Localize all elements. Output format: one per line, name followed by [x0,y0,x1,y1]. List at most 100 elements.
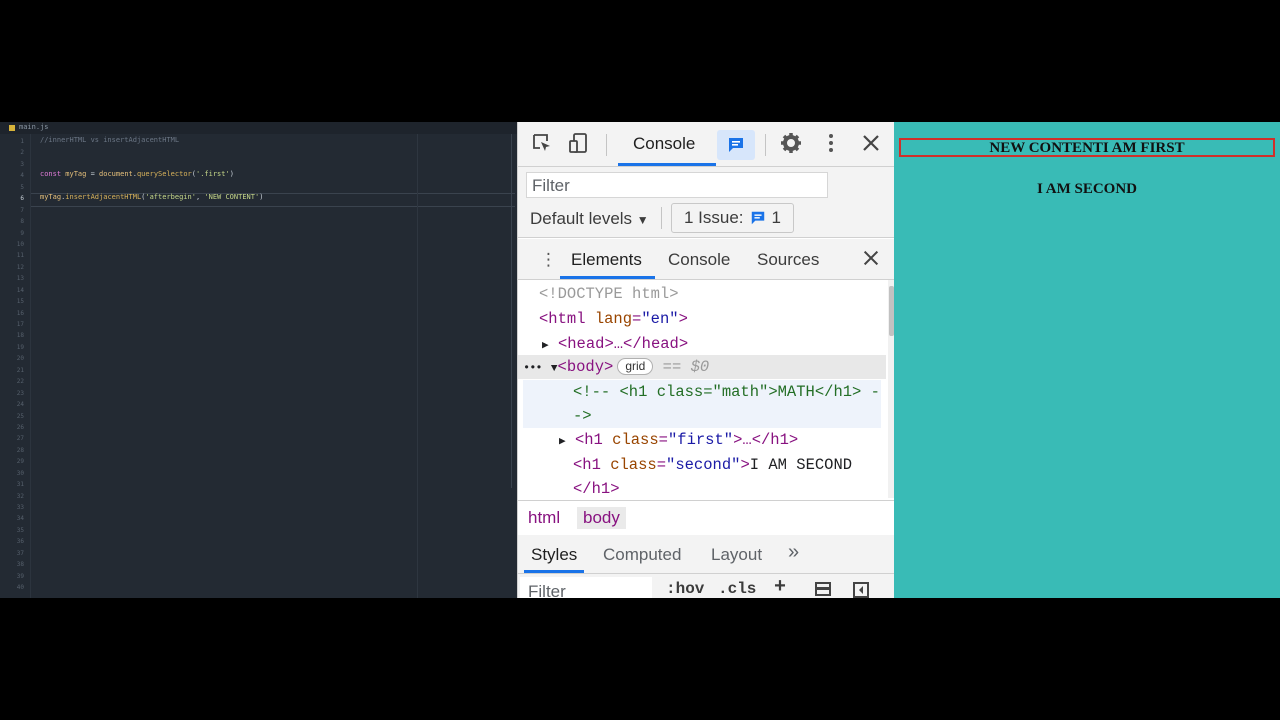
dom-tree[interactable]: <!DOCTYPE html> <html lang="en"> ▶ <head… [518,280,888,498]
line-number: 3 [20,160,24,168]
code-keyword: const [40,170,62,179]
tag-text: > [678,310,688,328]
tag-text: > [740,456,750,474]
comment-text: -> [573,407,592,425]
code-string: 'afterbegin' [145,193,196,202]
active-tab-indicator [524,570,584,573]
line-number: 29 [16,458,24,466]
code-variable: myTag [61,170,87,179]
dom-head-node[interactable]: ▶ <head>…</head> [542,332,688,356]
active-tab-indicator [618,163,716,166]
grid-badge[interactable]: grid [617,358,654,376]
new-rule-button[interactable]: + [774,576,786,598]
line-number: 20 [16,355,24,363]
filter-separator [661,207,662,229]
line-number-gutter: 1 2 3 4 5 6 7 8 9 10 11 12 13 14 15 16 17 18 19 20 21 22 23 24 2… [0,136,30,594]
code-comment: //innerHTML vs insertAdjacentHTML [40,136,180,144]
dom-comment-line-1[interactable]: <!-- <h1 class="math">MATH</h1> - [573,380,880,404]
dom-h1-second-node[interactable]: <h1 class="second">I AM SECOND [573,453,852,477]
editor-tab[interactable]: main.js [0,122,517,134]
default-levels-dropdown[interactable]: Default levels ▼ [530,209,649,229]
kebab-icon[interactable] [820,132,842,154]
line-number: 14 [16,286,24,294]
cls-button[interactable]: .cls [718,580,756,598]
line-number: 40 [16,584,24,592]
tag-text: >…</h1> [733,431,799,449]
console-filter-input[interactable]: Filter [526,172,828,198]
collapse-triangle-icon[interactable]: ▼ [551,363,558,375]
close-icon[interactable] [860,132,882,154]
code-area[interactable]: //innerHTML vs insertAdjacentHTML const … [40,136,263,205]
code-string: '.first' [195,170,230,179]
code-variable: myTag [40,193,62,202]
code-function: querySelector [136,170,192,179]
attr-value: "first" [667,431,734,449]
line-number: 36 [16,538,24,546]
more-dots-icon[interactable]: ••• [523,361,543,375]
issues-label: 1 Issue: [684,208,744,227]
message-icon[interactable] [717,130,755,160]
dom-body-node[interactable]: ••• ▼<body> grid == $0 [523,355,709,379]
gear-icon[interactable] [780,132,802,154]
close-drawer-icon[interactable] [860,247,882,269]
issues-button[interactable]: 1 Issue: 1 [671,203,795,233]
attr-name: lang [585,310,633,328]
tab-styles[interactable]: Styles [531,545,577,565]
tab-sources[interactable]: Sources [757,250,819,270]
code-object: document [99,170,133,179]
dom-h1-second-close[interactable]: </h1> [573,477,620,498]
line-number: 24 [16,401,24,409]
dom-html-node[interactable]: <html lang="en"> [539,307,688,331]
code-paren: ) [259,193,264,202]
expand-triangle-icon[interactable]: ▶ [542,340,549,352]
line-number: 5 [20,183,24,191]
line-number: 13 [16,275,24,283]
selected-node-marker: == $0 [662,358,710,376]
line-number: 11 [16,252,24,260]
line-number: 7 [20,206,24,214]
line-number: 22 [16,378,24,386]
console-filter-bar: Filter Default levels ▼ 1 Issue: 1 [518,167,895,238]
devtools-panel: Console Filter Default levels ▼ 1 Issue: [517,122,895,598]
dom-comment-line-2[interactable]: -> [573,404,592,428]
line-number: 16 [16,309,24,317]
tag-text: <body> [557,358,614,376]
computed-styles-icon[interactable] [812,579,834,598]
breadcrumb-body[interactable]: body [577,507,626,529]
line-number: 15 [16,298,24,306]
tab-console[interactable]: Console [633,134,695,154]
attr-eq: = [656,456,667,474]
tab-layout[interactable]: Layout [711,545,762,565]
comment-text: <!-- <h1 class="math">MATH</h1> - [573,383,880,401]
line-number: 26 [16,423,24,431]
expand-triangle-icon[interactable]: ▶ [559,436,566,448]
line-number: 6 [20,195,24,203]
device-toolbar-icon[interactable] [568,132,590,154]
line-number: 27 [16,435,24,443]
hov-button[interactable]: :hov [666,580,704,598]
devtools-toolbar: Console [518,122,895,167]
doctype-text: <!DOCTYPE html> [539,285,679,303]
breadcrumb-html[interactable]: html [522,507,566,529]
more-tabs-icon[interactable]: » [788,541,799,564]
code-editor[interactable]: main.js 1 2 3 4 5 6 7 8 9 10 11 12 13 14 15 16 17 18 19 20 2… [0,122,517,598]
toggle-sidebar-icon[interactable] [850,579,872,598]
styles-filter-input[interactable]: Filter [520,577,652,598]
tab-elements[interactable]: Elements [571,250,642,270]
inspect-element-icon[interactable] [531,132,553,154]
attr-eq: = [632,310,642,328]
dom-doctype[interactable]: <!DOCTYPE html> [539,282,679,306]
line-number: 39 [16,572,24,580]
tab-computed[interactable]: Computed [603,545,681,565]
tag-text: <html [539,310,586,328]
attr-eq: = [658,431,668,449]
line-number: 18 [16,332,24,340]
code-line-4: const myTag = document.querySelector('.f… [40,170,263,181]
tab-console-drawer[interactable]: Console [668,250,730,270]
drawer-menu-icon[interactable]: ⋮ [540,250,557,270]
code-string: 'NEW CONTENT' [204,193,260,202]
ruler-guide [417,134,418,598]
dom-h1-first-node[interactable]: ▶ <h1 class="first">…</h1> [559,428,798,452]
line-number: 28 [16,446,24,454]
